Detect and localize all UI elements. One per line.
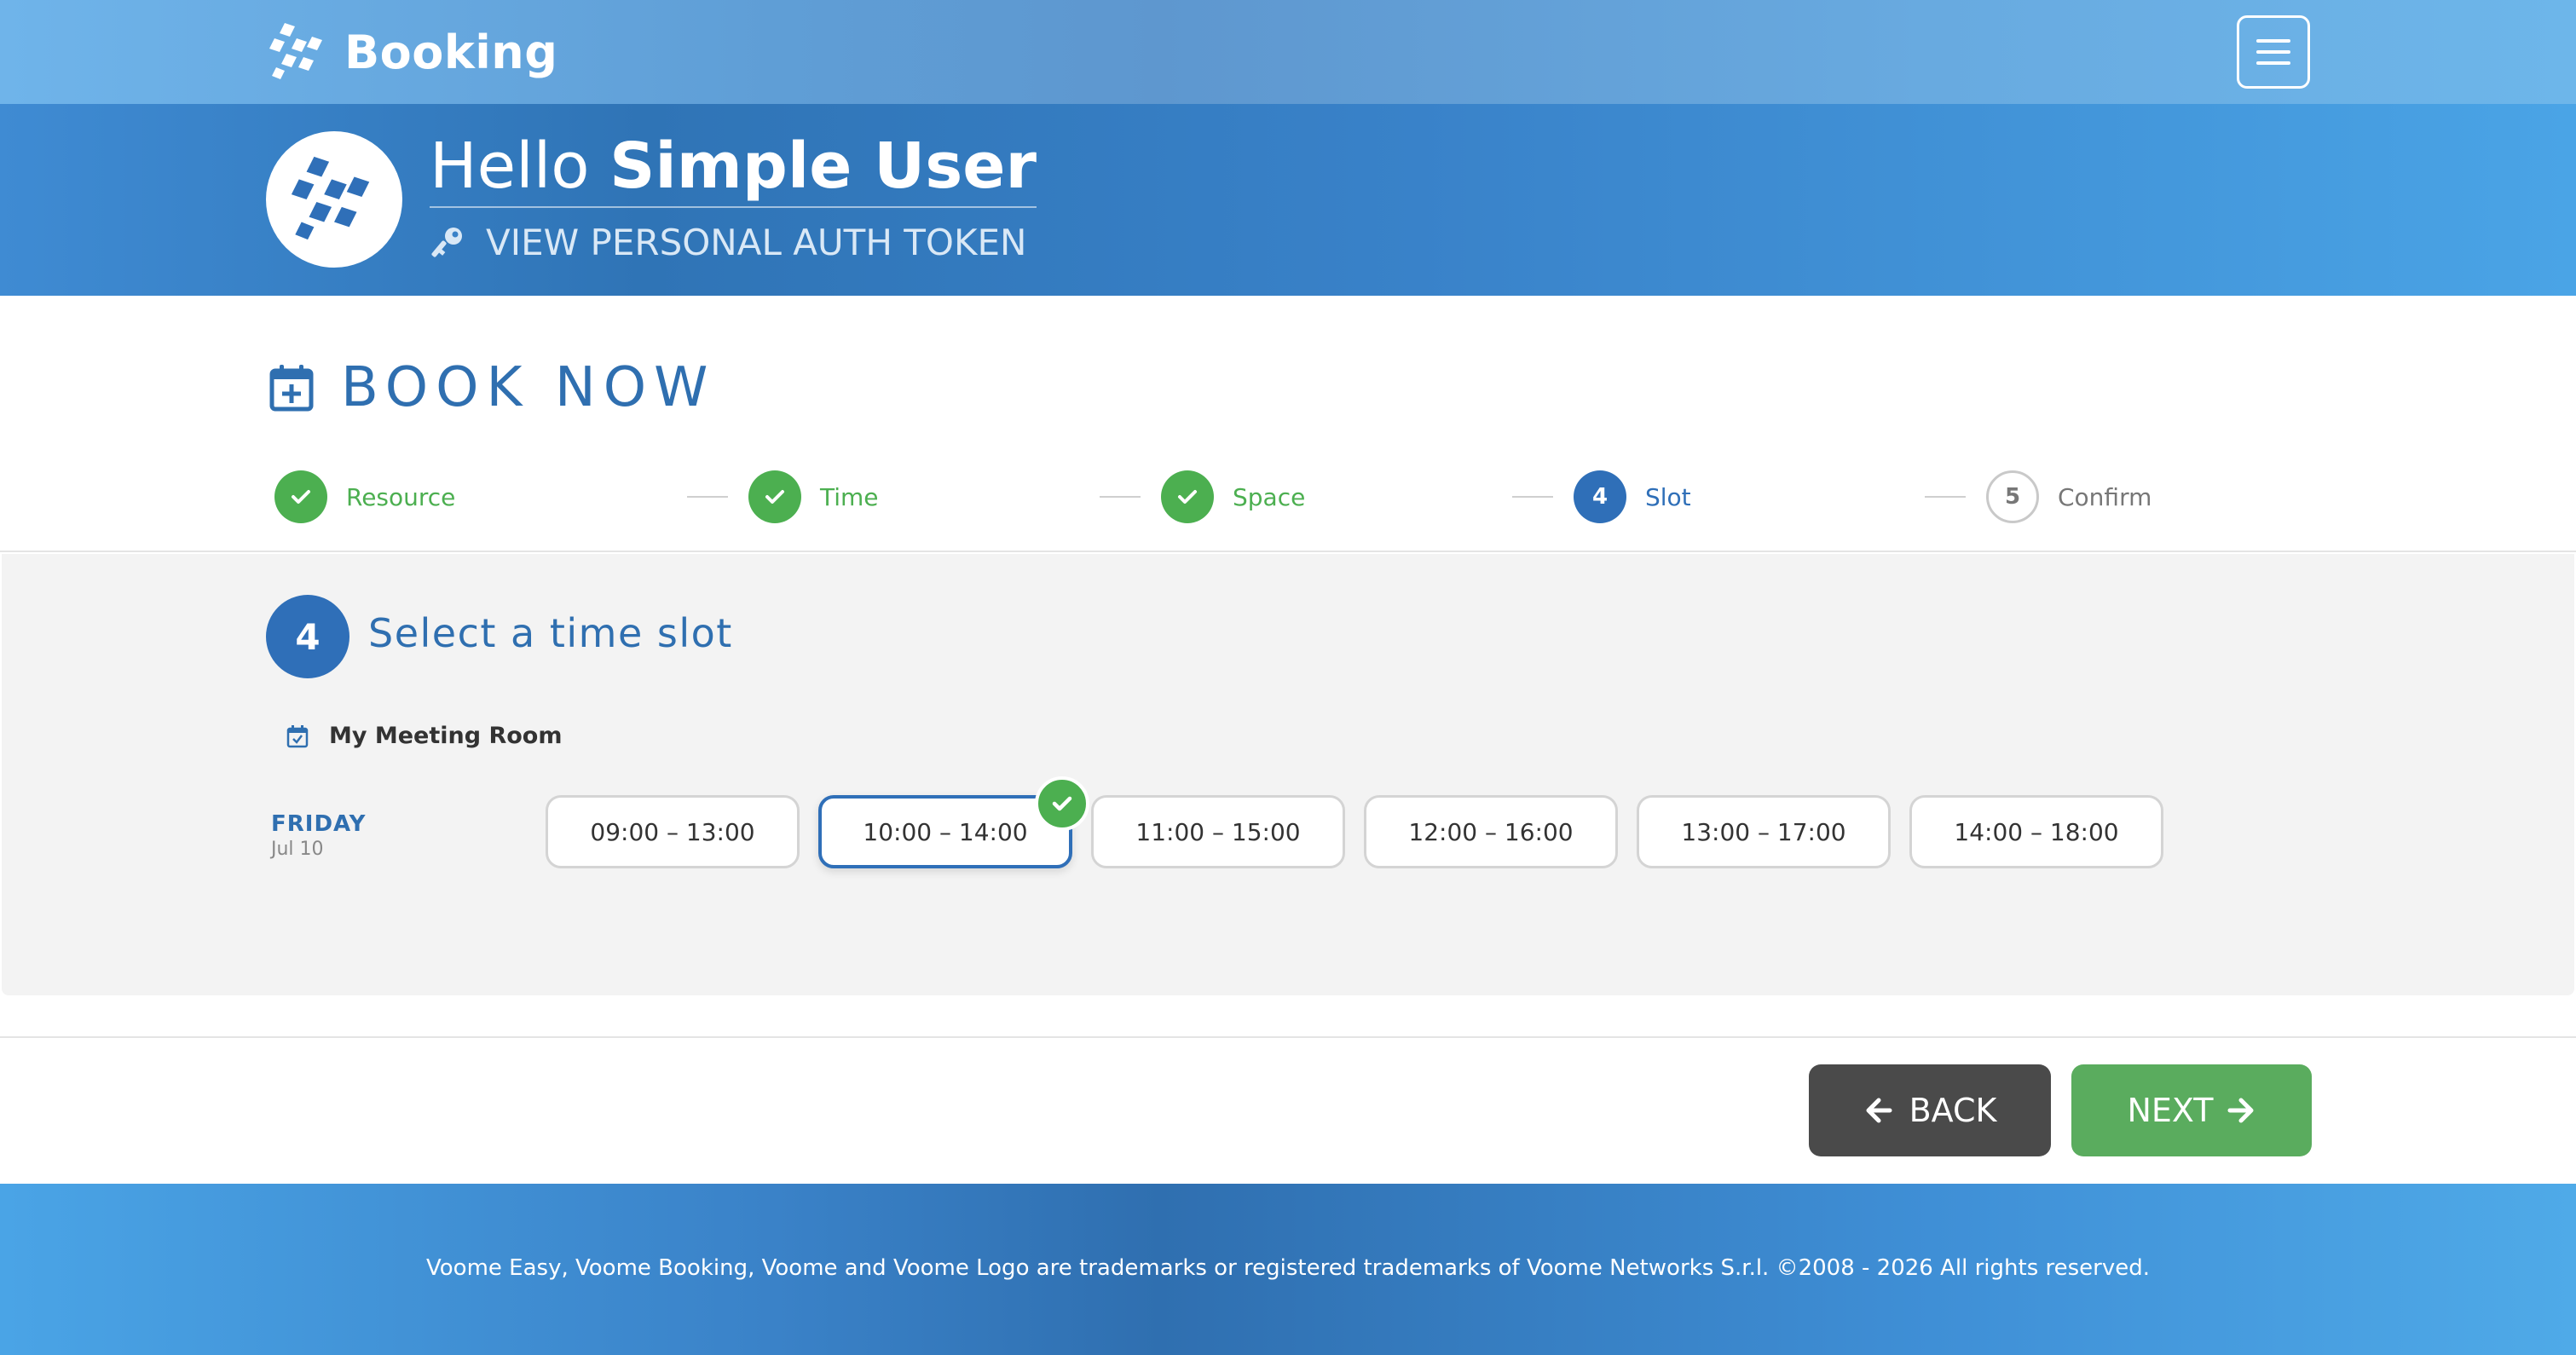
time-slot-button[interactable]: 09:00 – 13:00 bbox=[546, 795, 800, 868]
calendar-plus-icon bbox=[269, 365, 314, 412]
brand[interactable]: Booking bbox=[266, 17, 557, 87]
room-name: My Meeting Room bbox=[329, 723, 563, 749]
section-divider bbox=[0, 551, 2576, 552]
step-status bbox=[1161, 470, 1214, 523]
arrow-right-icon bbox=[2227, 1098, 2253, 1123]
step-space[interactable]: Space bbox=[1161, 470, 1305, 523]
brand-name: Booking bbox=[344, 25, 558, 79]
resource-name: My Meeting Room bbox=[286, 723, 563, 749]
greeting-heading: Hello Simple User bbox=[430, 130, 1037, 208]
view-auth-token-link[interactable]: VIEW PERSONAL AUTH TOKEN bbox=[430, 222, 1026, 263]
step-label: Resource bbox=[346, 482, 456, 511]
time-slot-label: 10:00 – 14:00 bbox=[863, 817, 1028, 846]
back-button-label: BACK bbox=[1909, 1092, 1997, 1129]
check-icon bbox=[1178, 490, 1197, 504]
day-label: FRIDAY Jul 10 bbox=[271, 811, 367, 860]
time-slot-label: 13:00 – 17:00 bbox=[1681, 817, 1846, 846]
step-number: 5 bbox=[1986, 470, 2039, 523]
step-connector bbox=[1100, 496, 1141, 498]
step-status bbox=[274, 470, 327, 523]
next-button-label: NEXT bbox=[2127, 1092, 2214, 1129]
hamburger-line bbox=[2256, 61, 2290, 65]
user-header: Hello Simple User VIEW PERSONAL AUTH TOK… bbox=[0, 104, 2576, 296]
hamburger-menu-icon bbox=[2256, 39, 2290, 43]
day-name: FRIDAY bbox=[271, 811, 367, 837]
hamburger-line bbox=[2256, 50, 2290, 54]
time-slot-label: 11:00 – 15:00 bbox=[1135, 817, 1301, 846]
step-status bbox=[748, 470, 801, 523]
calendar-check-icon bbox=[286, 724, 309, 747]
hamburger-menu-button[interactable] bbox=[2237, 15, 2310, 89]
step-slot[interactable]: 4 Slot bbox=[1574, 470, 1691, 523]
footer: Voome Easy, Voome Booking, Voome and Voo… bbox=[0, 1184, 2576, 1355]
time-slot-label: 12:00 – 16:00 bbox=[1408, 817, 1574, 846]
greeting-text: Hello bbox=[430, 130, 590, 203]
arrow-left-icon bbox=[1866, 1098, 1892, 1123]
avatar-logo-icon bbox=[291, 156, 370, 240]
step-confirm[interactable]: 5 Confirm bbox=[1986, 470, 2151, 523]
top-navbar: Booking bbox=[0, 0, 2576, 104]
time-slot-button[interactable]: 12:00 – 16:00 bbox=[1364, 795, 1618, 868]
check-icon bbox=[292, 490, 310, 504]
avatar bbox=[266, 131, 402, 268]
section-step-number: 4 bbox=[266, 595, 349, 678]
step-time[interactable]: Time bbox=[748, 470, 879, 523]
step-resource[interactable]: Resource bbox=[274, 470, 455, 523]
page-title-text: BOOK NOW bbox=[341, 356, 716, 419]
time-slot-button[interactable]: 11:00 – 15:00 bbox=[1091, 795, 1345, 868]
voome-logo-icon bbox=[269, 23, 322, 79]
selected-check-badge bbox=[1035, 776, 1089, 831]
time-slot-button-selected[interactable]: 10:00 – 14:00 bbox=[818, 776, 1089, 868]
actions-divider bbox=[0, 1036, 2576, 1038]
day-date: Jul 10 bbox=[271, 839, 324, 860]
copyright-text: Voome Easy, Voome Booking, Voome and Voo… bbox=[426, 1255, 2150, 1281]
time-slot-button[interactable]: 13:00 – 17:00 bbox=[1637, 795, 1891, 868]
time-slot-label: 09:00 – 13:00 bbox=[590, 817, 755, 846]
time-slot-label: 14:00 – 18:00 bbox=[1954, 817, 2119, 846]
token-link-label: VIEW PERSONAL AUTH TOKEN bbox=[486, 222, 1027, 263]
booking-stepper: Resource Time Space 4 Slot 5 Confirm bbox=[0, 460, 2576, 528]
step-number: 4 bbox=[1574, 470, 1626, 523]
check-icon bbox=[765, 490, 784, 504]
step-connector bbox=[687, 496, 728, 498]
step-label: Confirm bbox=[2058, 482, 2152, 511]
section-title: Select a time slot bbox=[368, 610, 733, 656]
step-connector bbox=[1512, 496, 1553, 498]
slot-selection-panel: 4 Select a time slot My Meeting Room FRI… bbox=[2, 554, 2574, 995]
next-button[interactable]: NEXT bbox=[2071, 1064, 2312, 1156]
back-button[interactable]: BACK bbox=[1809, 1064, 2051, 1156]
step-label: Slot bbox=[1645, 482, 1691, 511]
time-slot-button[interactable]: 14:00 – 18:00 bbox=[1909, 795, 2163, 868]
key-icon bbox=[431, 227, 462, 257]
check-icon bbox=[1052, 796, 1072, 811]
page-title: BOOK NOW bbox=[269, 356, 715, 419]
step-label: Time bbox=[820, 482, 879, 511]
step-connector bbox=[1925, 496, 1966, 498]
step-label: Space bbox=[1233, 482, 1306, 511]
user-name: Simple User bbox=[609, 130, 1037, 203]
